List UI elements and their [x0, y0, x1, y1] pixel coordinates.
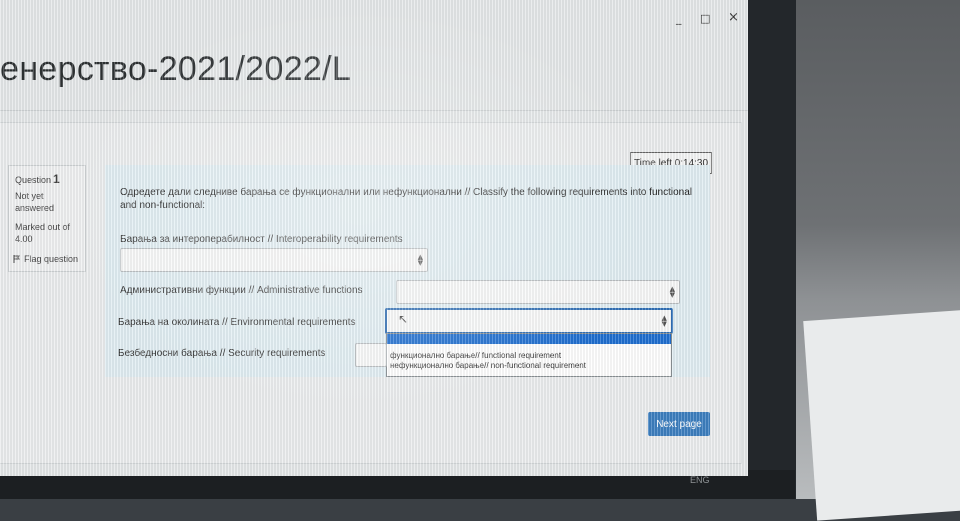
question-number-value: 1	[53, 172, 60, 186]
item-label-environmental: Барања на околината // Environmental req…	[118, 317, 356, 328]
item-label-interoperability: Барања за интероперабилност // Interoper…	[120, 234, 403, 245]
window-titlebar: _ □ ×	[0, 8, 748, 32]
select-security[interactable]	[355, 343, 387, 367]
dropdown-option-functional[interactable]: функционално барање// functional require…	[387, 351, 671, 361]
question-status: Not yet answered	[15, 191, 55, 213]
taskbar-language[interactable]: ENG	[690, 475, 710, 485]
select-interoperability[interactable]: ▲ ▼	[120, 248, 428, 272]
dropdown-options-list: функционално барање// functional require…	[386, 333, 672, 377]
minimize-button[interactable]: _	[676, 12, 682, 25]
question-text-line1: Одредете дали следниве барања се функцио…	[120, 187, 693, 198]
question-number: Question 1	[15, 172, 60, 186]
course-title: енерство-2021/2022/L	[0, 50, 352, 88]
question-text-line2: and non-functional:	[120, 200, 206, 211]
dropdown-option-empty[interactable]	[387, 334, 671, 344]
flag-icon	[13, 255, 20, 263]
dropdown-option-non-functional[interactable]: нефункционално барање// non-functional r…	[387, 361, 671, 371]
maximize-button[interactable]: □	[700, 12, 710, 25]
item-label-administrative: Административни функции // Administrativ…	[120, 285, 363, 296]
select-administrative[interactable]: ▲ ▼	[396, 280, 680, 304]
question-marks: Marked out of 4.00	[15, 222, 71, 244]
next-page-button[interactable]: Next page	[648, 412, 710, 436]
select-environmental[interactable]: ▲ ▼	[385, 308, 673, 334]
monitor-bezel-right	[748, 0, 796, 499]
browser-screen: _ □ × енерство-2021/2022/L Question 1 Not…	[0, 0, 748, 476]
background-paper	[803, 309, 960, 521]
select-arrow-icon: ▲ ▼	[669, 285, 675, 299]
mouse-cursor-icon: ↖	[398, 312, 409, 326]
header-divider	[0, 110, 748, 111]
select-arrow-icon: ▲ ▼	[661, 314, 667, 328]
flag-question-link[interactable]: Flag question	[13, 254, 78, 264]
item-label-security: Безбедносни барања // Security requireme…	[118, 348, 326, 359]
select-arrow-icon: ▲ ▼	[417, 253, 423, 267]
flag-question-label: Flag question	[24, 254, 79, 264]
question-text: Одредете дали следниве барања се функцио…	[120, 186, 700, 212]
question-info-panel: Question 1 Not yet answered Marked out of…	[8, 165, 86, 272]
question-label: Question	[15, 175, 52, 185]
close-button[interactable]: ×	[728, 10, 739, 25]
